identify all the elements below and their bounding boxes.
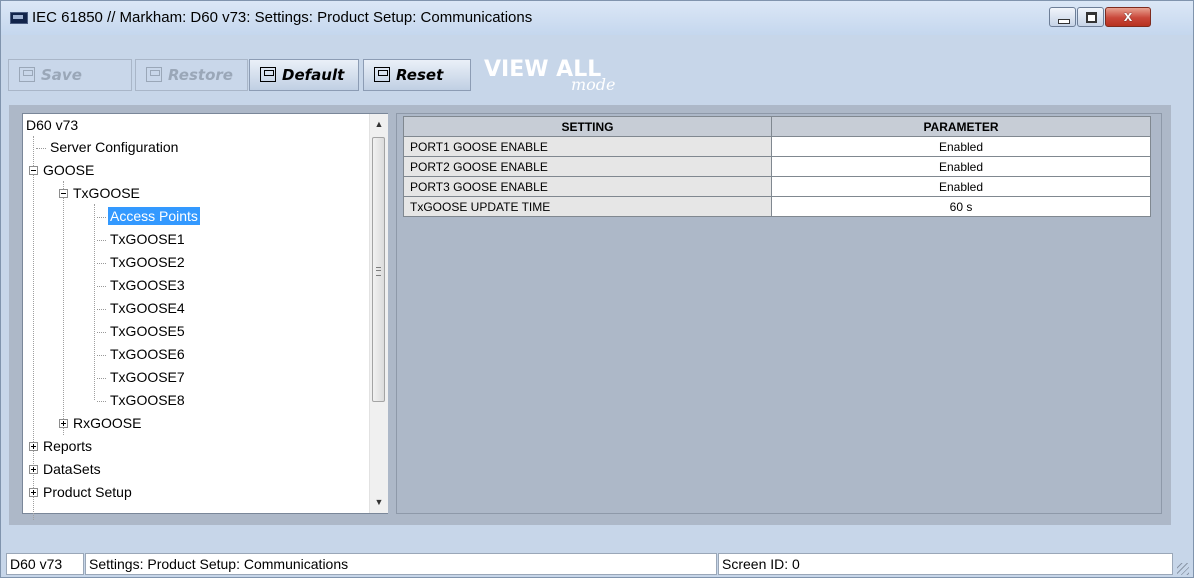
tree-item-label: TxGOOSE4	[110, 300, 185, 316]
title-bar: IEC 61850 // Markham: D60 v73: Settings:…	[1, 1, 1193, 35]
tree-item-label: TxGOOSE8	[110, 392, 185, 408]
scroll-down-icon[interactable]: ▼	[370, 494, 388, 511]
default-icon	[260, 67, 276, 82]
tree-item-access-points[interactable]: Access Points	[97, 205, 200, 227]
tree-item-label: TxGOOSE1	[110, 231, 185, 247]
tree-item-label: TxGOOSE3	[110, 277, 185, 293]
main-content: D60 v73 Server Configuration GOOSE TxGOO…	[9, 105, 1171, 525]
status-device: D60 v73	[6, 553, 84, 575]
save-button[interactable]: Save	[8, 59, 132, 91]
scrollbar-thumb[interactable]	[372, 137, 385, 402]
tree-item-label: RxGOOSE	[73, 415, 142, 431]
table-row: PORT2 GOOSE ENABLE Enabled	[403, 156, 1151, 177]
status-path: Settings: Product Setup: Communications	[85, 553, 717, 575]
window-title: IEC 61850 // Markham: D60 v73: Settings:…	[32, 9, 533, 26]
collapse-icon[interactable]	[59, 188, 68, 198]
close-button[interactable]: x	[1105, 7, 1151, 27]
tree-item-label: TxGOOSE7	[110, 369, 185, 385]
setting-cell: PORT1 GOOSE ENABLE	[403, 136, 772, 157]
table-row: PORT3 GOOSE ENABLE Enabled	[403, 176, 1151, 197]
settings-grid-panel: SETTING PARAMETER PORT1 GOOSE ENABLE Ena…	[396, 113, 1162, 514]
tree-item-txgoose5[interactable]: TxGOOSE5	[97, 320, 187, 342]
view-mode-label: mode	[571, 75, 616, 94]
tree-item-txgoose7[interactable]: TxGOOSE7	[97, 366, 187, 388]
tree-root[interactable]: D60 v73	[24, 114, 80, 136]
toolbar: Save Restore Default Reset VIEW ALL mode	[1, 35, 1193, 95]
minimize-icon	[1058, 19, 1070, 24]
settings-table: SETTING PARAMETER PORT1 GOOSE ENABLE Ena…	[403, 116, 1151, 217]
tree-item-txgoose3[interactable]: TxGOOSE3	[97, 274, 187, 296]
default-label: Default	[282, 66, 345, 84]
tree-item-label: TxGOOSE6	[110, 346, 185, 362]
tree-item-label: Reports	[43, 438, 93, 454]
settings-tree: D60 v73 Server Configuration GOOSE TxGOO…	[22, 113, 388, 520]
tree-item-txgoose8[interactable]: TxGOOSE8	[97, 389, 187, 411]
save-icon	[19, 67, 35, 82]
parameter-cell[interactable]: 60 s	[771, 196, 1151, 217]
close-icon: x	[1123, 8, 1133, 25]
reset-icon	[374, 67, 390, 82]
maximize-button[interactable]	[1077, 7, 1104, 27]
setting-cell: PORT2 GOOSE ENABLE	[403, 156, 772, 177]
parameter-cell[interactable]: Enabled	[771, 156, 1151, 177]
default-button[interactable]: Default	[249, 59, 359, 91]
app-window: IEC 61850 // Markham: D60 v73: Settings:…	[0, 0, 1194, 578]
view-all-mode-indicator: VIEW ALL mode	[484, 57, 634, 97]
tree-item-label: Access Points	[108, 207, 200, 225]
status-bar: D60 v73 Settings: Product Setup: Communi…	[1, 546, 1193, 577]
expand-icon[interactable]	[29, 464, 38, 474]
parameter-cell[interactable]: Enabled	[771, 176, 1151, 197]
reset-button[interactable]: Reset	[363, 59, 471, 91]
tree-item-label: DataSets	[43, 461, 101, 477]
app-icon	[10, 12, 28, 24]
tree-item-txgoose[interactable]: TxGOOSE	[59, 182, 142, 204]
parameter-cell[interactable]: Enabled	[771, 136, 1151, 157]
setting-cell: TxGOOSE UPDATE TIME	[403, 196, 772, 217]
tree-item-rxgoose[interactable]: RxGOOSE	[59, 412, 143, 434]
tree-item-label: Server Configuration	[50, 139, 179, 155]
tree-item-txgoose2[interactable]: TxGOOSE2	[97, 251, 187, 273]
tree-item-txgoose6[interactable]: TxGOOSE6	[97, 343, 187, 365]
tree-item-label: TxGOOSE5	[110, 323, 185, 339]
expand-icon[interactable]	[29, 487, 38, 497]
tree-item-label: GOOSE	[43, 162, 95, 178]
tree-item-datasets[interactable]: DataSets	[29, 458, 103, 480]
tree-connector	[94, 204, 95, 400]
tree-item-goose[interactable]: GOOSE	[29, 159, 96, 181]
tree-item-label: TxGOOSE2	[110, 254, 185, 270]
tree-item-reports[interactable]: Reports	[29, 435, 94, 457]
maximize-icon	[1086, 12, 1097, 23]
tree-item-label: Product Setup	[43, 484, 132, 500]
table-row: PORT1 GOOSE ENABLE Enabled	[403, 136, 1151, 157]
collapse-icon[interactable]	[29, 165, 38, 175]
expand-icon[interactable]	[59, 418, 68, 428]
tree-item-txgoose1[interactable]: TxGOOSE1	[97, 228, 187, 250]
save-label: Save	[41, 66, 82, 84]
column-header-parameter: PARAMETER	[771, 116, 1151, 137]
minimize-button[interactable]	[1049, 7, 1076, 27]
table-row: TxGOOSE UPDATE TIME 60 s	[403, 196, 1151, 217]
status-screen-id: Screen ID: 0	[718, 553, 1173, 575]
tree-connector	[63, 181, 64, 435]
tree-item-txgoose4[interactable]: TxGOOSE4	[97, 297, 187, 319]
restore-icon	[146, 67, 162, 82]
column-header-setting: SETTING	[403, 116, 772, 137]
resize-grip-icon[interactable]	[1177, 563, 1189, 575]
tree-item-product-setup[interactable]: Product Setup	[29, 481, 134, 503]
tree-scrollbar[interactable]: ▲ ▼	[369, 114, 388, 513]
tree-item-server-configuration[interactable]: Server Configuration	[36, 136, 180, 158]
reset-label: Reset	[396, 66, 444, 84]
scroll-up-icon[interactable]: ▲	[370, 116, 388, 133]
tree-root-label: D60 v73	[26, 117, 79, 133]
expand-icon[interactable]	[29, 441, 38, 451]
restore-button[interactable]: Restore	[135, 59, 248, 91]
restore-label: Restore	[168, 66, 233, 84]
tree-item-label: TxGOOSE	[73, 185, 140, 201]
setting-cell: PORT3 GOOSE ENABLE	[403, 176, 772, 197]
